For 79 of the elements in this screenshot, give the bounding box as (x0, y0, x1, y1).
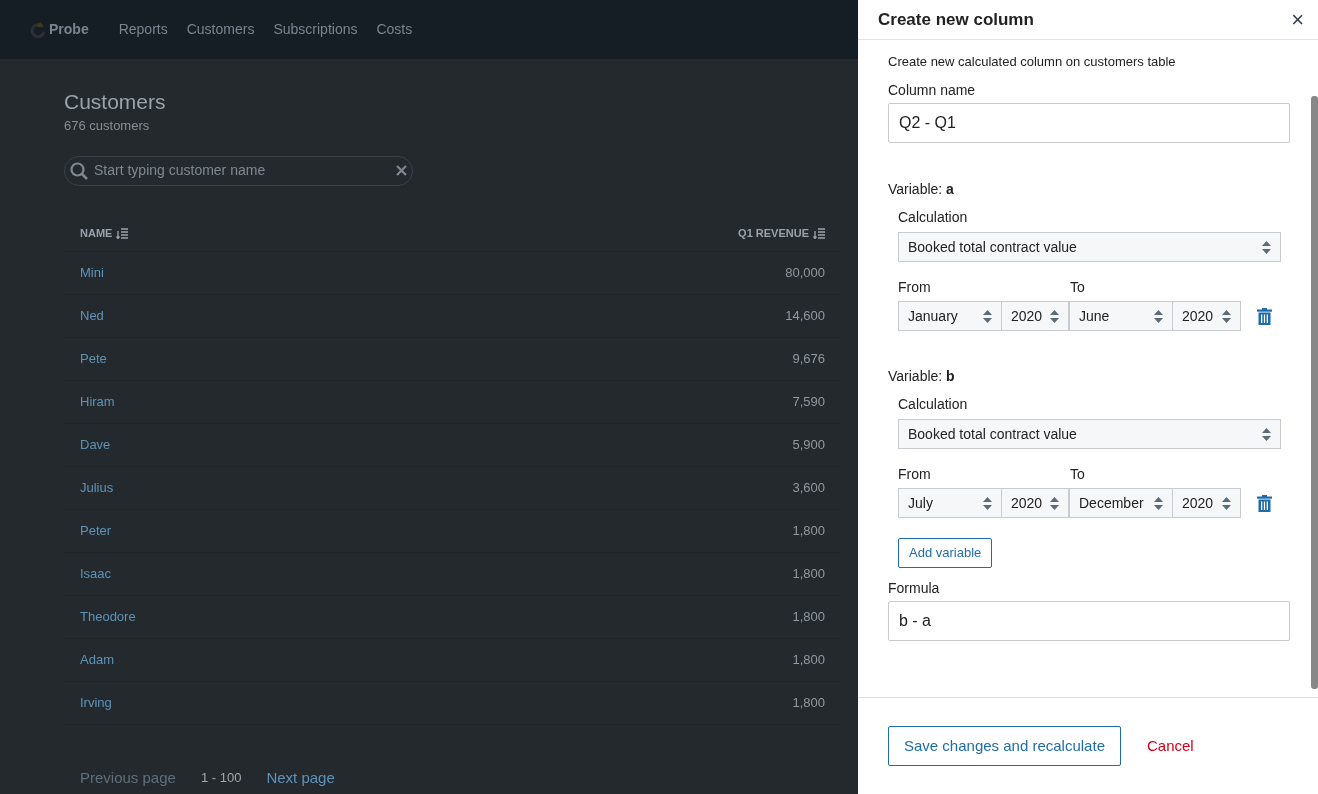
customer-count: 676 customers (64, 117, 151, 135)
trash-icon[interactable] (1257, 307, 1272, 325)
nav-link[interactable]: Costs (376, 19, 413, 40)
page-title: Customers (64, 89, 167, 115)
table-cell-text: 1,800 (792, 650, 825, 669)
select-arrows-icon (1050, 496, 1059, 510)
table-cell-text: 3,600 (792, 478, 825, 497)
month-select[interactable]: December (1069, 488, 1173, 518)
select-arrows-icon (1262, 427, 1271, 441)
customer-name-link[interactable]: Isaac (80, 563, 112, 584)
month-select[interactable]: June (1069, 301, 1173, 331)
brand-name[interactable]: Probe (49, 19, 89, 40)
page-range: 1 - 100 (200, 769, 242, 787)
cancel-button[interactable]: Cancel (1147, 734, 1194, 758)
table-cell-text: 80,000 (785, 263, 825, 282)
select-arrows-icon (1222, 496, 1231, 510)
select-arrows-icon (1222, 309, 1231, 323)
table-cell-text: 5,900 (792, 435, 825, 454)
search-icon (70, 161, 88, 180)
table-cell-text: 1,800 (792, 607, 825, 626)
select-arrows-icon (1262, 240, 1271, 254)
select-arrows-icon (1050, 309, 1059, 323)
next-page-link[interactable]: Next page (266, 766, 335, 789)
column-header[interactable]: Q1 REVENUE (738, 224, 825, 242)
table-cell-text: 14,600 (785, 306, 825, 325)
year-select[interactable]: 2020 (1172, 301, 1241, 331)
field-label: Column name (888, 81, 977, 100)
year-select[interactable]: 2020 (1172, 488, 1241, 518)
table-cell-text: 1,800 (792, 564, 825, 583)
customer-name-link[interactable]: Ned (80, 305, 104, 326)
year-select[interactable]: 2020 (1001, 488, 1069, 518)
trash-icon[interactable] (1257, 494, 1272, 512)
customer-name-link[interactable]: Peter (80, 520, 112, 541)
table-cell-text: 1,800 (792, 693, 825, 712)
field-label: Calculation (898, 208, 969, 227)
year-select[interactable]: 2020 (1001, 301, 1069, 331)
select-arrows-icon (983, 496, 992, 510)
customer-name-link[interactable]: Pete (80, 348, 107, 369)
select-arrows-icon (1154, 496, 1163, 510)
clear-icon[interactable] (396, 165, 407, 176)
month-select[interactable]: July (898, 488, 1002, 518)
calculation-select[interactable]: Booked total contract value (898, 419, 1281, 449)
formula-input[interactable]: b - a (888, 601, 1290, 641)
nav-link[interactable]: Subscriptions (273, 19, 358, 40)
customer-name-link[interactable]: Julius (80, 477, 114, 498)
customer-name-link[interactable]: Irving (80, 692, 112, 713)
column-header[interactable]: NAME (80, 224, 129, 242)
column-name-input[interactable]: Q2 - Q1 (888, 103, 1290, 143)
table-cell-text: 7,590 (792, 392, 825, 411)
field-label: Formula (888, 579, 941, 598)
field-label: From (898, 278, 932, 297)
panel-description: Create new calculated column on customers table (888, 53, 1177, 70)
logo-icon (30, 21, 46, 38)
table-cell-text: 9,676 (792, 349, 825, 368)
variable-label: Variable: a (888, 180, 955, 199)
calculation-select[interactable]: Booked total contract value (898, 232, 1281, 262)
field-label: Calculation (898, 395, 969, 414)
variable-label: Variable: b (888, 367, 956, 386)
month-select[interactable]: January (898, 301, 1002, 331)
sort-icon[interactable] (813, 227, 825, 239)
nav-link[interactable]: Reports (118, 19, 168, 40)
add-variable-button[interactable]: Add variable (898, 538, 993, 568)
table-cell-text: 1,800 (792, 521, 825, 540)
close-button[interactable]: × (1291, 8, 1304, 31)
field-label: To (1070, 278, 1085, 297)
customer-name-link[interactable]: Adam (80, 649, 114, 670)
sort-icon[interactable] (116, 227, 129, 239)
customer-name-link[interactable]: Mini (80, 262, 104, 283)
customer-name-link[interactable]: Hiram (80, 391, 115, 412)
field-label: From (898, 465, 932, 484)
customer-name-link[interactable]: Dave (80, 434, 111, 455)
select-arrows-icon (1154, 309, 1163, 323)
field-label: To (1070, 465, 1085, 484)
customer-name-link[interactable]: Theodore (80, 606, 136, 627)
nav-link[interactable]: Customers (186, 19, 255, 40)
save-button[interactable]: Save changes and recalculate (888, 726, 1121, 766)
select-arrows-icon (983, 309, 992, 323)
scrollbar[interactable] (1311, 96, 1318, 689)
panel-title: Create new column (878, 8, 1034, 31)
